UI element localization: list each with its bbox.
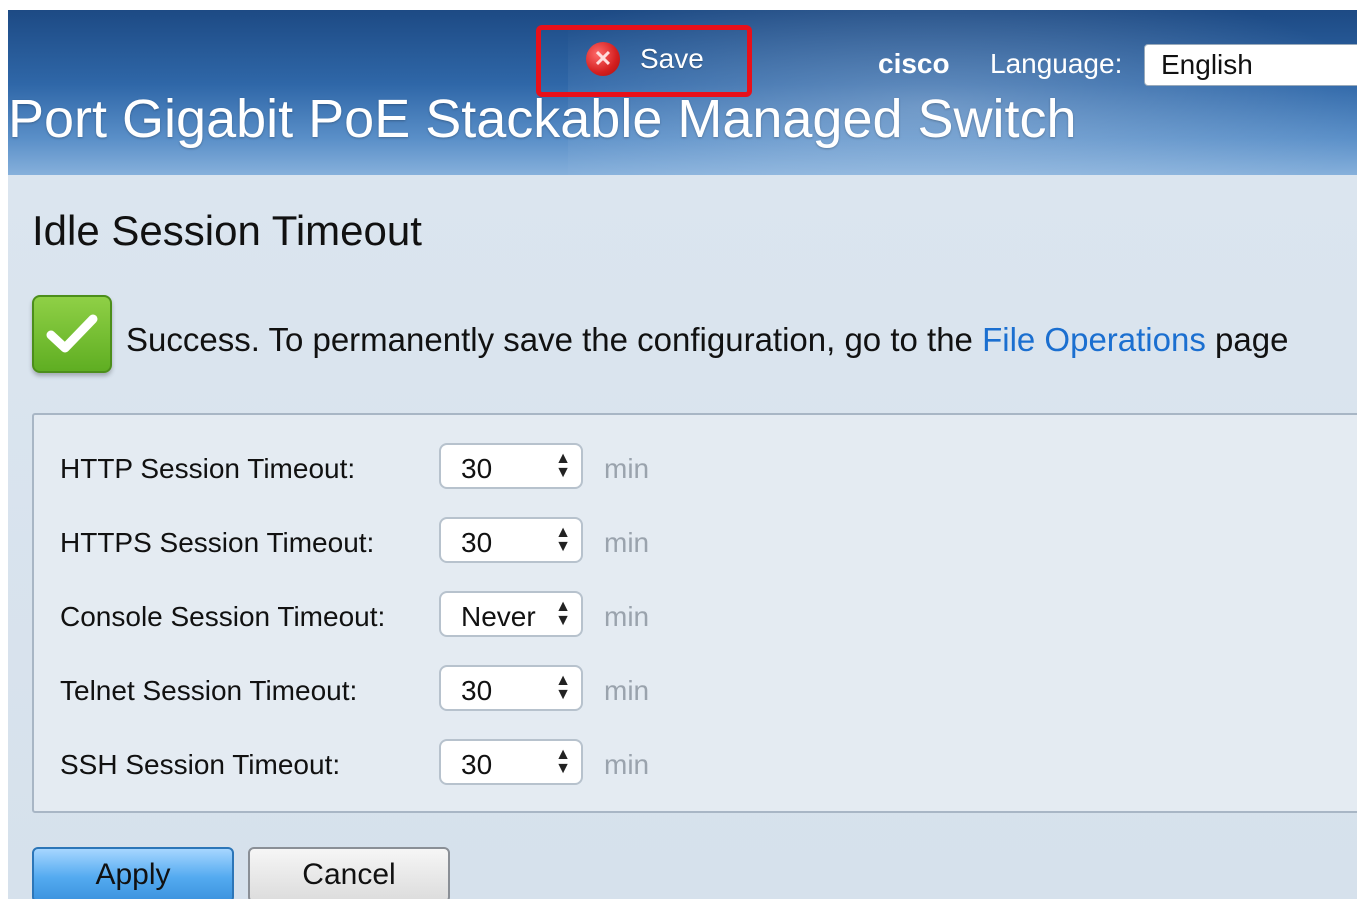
success-text-after: page — [1205, 321, 1289, 358]
http-timeout-label: HTTP Session Timeout: — [60, 453, 356, 484]
file-operations-link[interactable]: File Operations — [982, 321, 1206, 358]
https-timeout-label: HTTPS Session Timeout: — [60, 527, 375, 558]
https-timeout-row: HTTPS Session Timeout: 30 ▲ ▼ min — [34, 517, 734, 563]
https-timeout-select[interactable]: 30 ▲ ▼ — [439, 517, 583, 563]
ssh-timeout-value: 30 — [461, 749, 493, 780]
console-timeout-value: Never — [461, 601, 536, 632]
cancel-button[interactable]: Cancel — [248, 847, 450, 899]
ssh-timeout-select[interactable]: 30 ▲ ▼ — [439, 739, 583, 785]
language-select[interactable]: English — [1144, 44, 1357, 86]
updown-arrows-icon: ▲ ▼ — [555, 524, 571, 555]
apply-button[interactable]: Apply — [32, 847, 234, 899]
page-title: Idle Session Timeout — [32, 207, 422, 254]
ssh-timeout-row: SSH Session Timeout: 30 ▲ ▼ min — [34, 739, 734, 785]
header: ✕ Save cisco Language: English Port Giga… — [8, 10, 1357, 175]
save-highlight-box — [536, 25, 752, 97]
updown-arrows-icon: ▲ ▼ — [555, 746, 571, 777]
http-timeout-select[interactable]: 30 ▲ ▼ — [439, 443, 583, 489]
product-title: Port Gigabit PoE Stackable Managed Switc… — [8, 89, 1077, 149]
http-timeout-value: 30 — [461, 453, 493, 484]
console-timeout-unit: min — [604, 601, 650, 632]
https-timeout-value: 30 — [461, 527, 493, 558]
success-text-before: Success. To permanently save the configu… — [126, 321, 983, 358]
https-timeout-unit: min — [604, 527, 650, 558]
telnet-timeout-select[interactable]: 30 ▲ ▼ — [439, 665, 583, 711]
http-timeout-unit: min — [604, 453, 650, 484]
ssh-timeout-unit: min — [604, 749, 650, 780]
console-timeout-row: Console Session Timeout: Never ▲ ▼ min — [34, 591, 734, 637]
telnet-timeout-label: Telnet Session Timeout: — [60, 675, 358, 706]
updown-arrows-icon: ▲ ▼ — [555, 450, 571, 481]
success-message: Success. To permanently save the configu… — [126, 321, 1288, 359]
updown-arrows-icon: ▲ ▼ — [555, 672, 571, 703]
language-label: Language: — [990, 48, 1123, 79]
brand-logo: cisco — [878, 48, 950, 79]
ssh-timeout-label: SSH Session Timeout: — [60, 749, 341, 780]
app-frame: ✕ Save cisco Language: English Port Giga… — [8, 10, 1357, 899]
telnet-timeout-unit: min — [604, 675, 650, 706]
updown-arrows-icon: ▲ ▼ — [555, 598, 571, 629]
telnet-timeout-value: 30 — [461, 675, 493, 706]
telnet-timeout-row: Telnet Session Timeout: 30 ▲ ▼ min — [34, 665, 734, 711]
settings-panel: HTTP Session Timeout: 30 ▲ ▼ min HTTPS Se… — [32, 413, 1357, 813]
main-content: Idle Session Timeout Success. To permane… — [8, 175, 1357, 899]
checkmark-icon — [32, 295, 112, 373]
console-timeout-label: Console Session Timeout: — [60, 601, 386, 632]
http-timeout-row: HTTP Session Timeout: 30 ▲ ▼ min — [34, 443, 734, 489]
console-timeout-select[interactable]: Never ▲ ▼ — [439, 591, 583, 637]
